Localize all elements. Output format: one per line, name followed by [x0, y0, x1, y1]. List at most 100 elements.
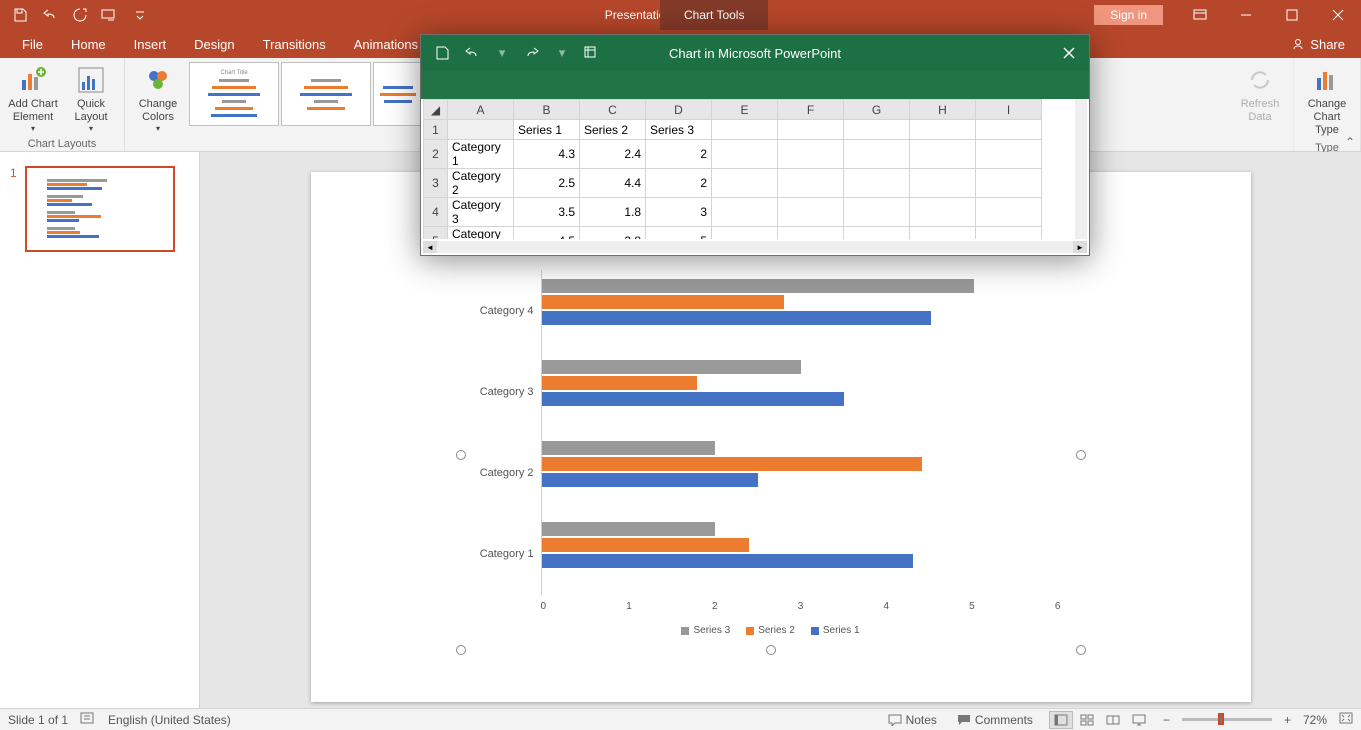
change-chart-type-button[interactable]: Change Chart Type — [1300, 62, 1354, 140]
design-tab[interactable]: Design — [180, 30, 248, 58]
excel-title-bar[interactable]: ▾ ▾ Chart in Microsoft PowerPoint — [421, 35, 1089, 71]
handle-bottom[interactable] — [766, 645, 776, 655]
sign-in-button[interactable]: Sign in — [1094, 5, 1163, 25]
cell-C5[interactable]: 2.8 — [580, 227, 646, 240]
excel-grid[interactable]: ◢ABCDEFGHI1Series 1Series 2Series 32Cate… — [423, 99, 1087, 239]
minimize-icon[interactable] — [1223, 0, 1269, 30]
cell-H2[interactable] — [910, 140, 976, 169]
cell-I5[interactable] — [976, 227, 1042, 240]
slideshow-view-icon[interactable] — [1127, 711, 1151, 729]
cell-I1[interactable] — [976, 120, 1042, 140]
cell-D4[interactable]: 3 — [646, 198, 712, 227]
col-header-F[interactable]: F — [778, 100, 844, 120]
cell-I4[interactable] — [976, 198, 1042, 227]
cell-A4[interactable]: Category 3 — [448, 198, 514, 227]
excel-undo-more-icon[interactable]: ▾ — [491, 42, 513, 64]
cell-F2[interactable] — [778, 140, 844, 169]
scroll-left-icon[interactable]: ◄ — [423, 241, 437, 253]
share-button[interactable]: Share — [1291, 37, 1345, 52]
spellcheck-icon[interactable] — [80, 711, 96, 728]
col-header-A[interactable]: A — [448, 100, 514, 120]
transitions-tab[interactable]: Transitions — [249, 30, 340, 58]
cell-C4[interactable]: 1.8 — [580, 198, 646, 227]
cell-G5[interactable] — [844, 227, 910, 240]
redo-icon[interactable] — [68, 3, 92, 27]
cell-F3[interactable] — [778, 169, 844, 198]
cell-I3[interactable] — [976, 169, 1042, 198]
handle-right[interactable] — [1076, 450, 1086, 460]
cell-D2[interactable]: 2 — [646, 140, 712, 169]
zoom-out-icon[interactable]: − — [1163, 713, 1170, 727]
cell-H1[interactable] — [910, 120, 976, 140]
scroll-right-icon[interactable]: ► — [1073, 241, 1087, 253]
slide-thumbnail-1[interactable]: 1 — [10, 166, 189, 252]
change-colors-button[interactable]: Change Colors▾ — [131, 62, 185, 136]
col-header-G[interactable]: G — [844, 100, 910, 120]
col-header-B[interactable]: B — [514, 100, 580, 120]
cell-E4[interactable] — [712, 198, 778, 227]
language-indicator[interactable]: English (United States) — [108, 713, 231, 727]
chart-tools-tab[interactable]: Chart Tools — [660, 0, 768, 30]
cell-H4[interactable] — [910, 198, 976, 227]
excel-redo-more-icon[interactable]: ▾ — [551, 42, 573, 64]
excel-data-window[interactable]: ▾ ▾ Chart in Microsoft PowerPoint ◢ABCDE… — [420, 34, 1090, 256]
home-tab[interactable]: Home — [57, 30, 120, 58]
animations-tab[interactable]: Animations — [340, 30, 432, 58]
handle-bl[interactable] — [456, 645, 466, 655]
cell-E1[interactable] — [712, 120, 778, 140]
cell-C1[interactable]: Series 2 — [580, 120, 646, 140]
zoom-slider[interactable] — [1182, 718, 1272, 721]
start-from-beginning-icon[interactable] — [98, 3, 122, 27]
ribbon-options-icon[interactable] — [1177, 0, 1223, 30]
cell-B4[interactable]: 3.5 — [514, 198, 580, 227]
insert-tab[interactable]: Insert — [120, 30, 181, 58]
col-header-D[interactable]: D — [646, 100, 712, 120]
col-header-H[interactable]: H — [910, 100, 976, 120]
cell-B2[interactable]: 4.3 — [514, 140, 580, 169]
cell-B5[interactable]: 4.5 — [514, 227, 580, 240]
cell-A3[interactable]: Category 2 — [448, 169, 514, 198]
cell-C3[interactable]: 4.4 — [580, 169, 646, 198]
collapse-ribbon-icon[interactable]: ⌃ — [1345, 135, 1355, 149]
normal-view-icon[interactable] — [1049, 711, 1073, 729]
excel-close-icon[interactable] — [1049, 35, 1089, 71]
file-tab[interactable]: File — [8, 30, 57, 58]
cell-A5[interactable]: Category 4 — [448, 227, 514, 240]
handle-left[interactable] — [456, 450, 466, 460]
zoom-label[interactable]: 72% — [1303, 713, 1327, 727]
cell-D3[interactable]: 2 — [646, 169, 712, 198]
save-icon[interactable] — [8, 3, 32, 27]
cell-D1[interactable]: Series 3 — [646, 120, 712, 140]
undo-icon[interactable] — [38, 3, 62, 27]
cell-D5[interactable]: 5 — [646, 227, 712, 240]
reading-view-icon[interactable] — [1101, 711, 1125, 729]
cell-C2[interactable]: 2.4 — [580, 140, 646, 169]
zoom-in-icon[interactable]: + — [1284, 713, 1291, 727]
quick-layout-button[interactable]: Quick Layout▾ — [64, 62, 118, 136]
cell-F4[interactable] — [778, 198, 844, 227]
col-header-C[interactable]: C — [580, 100, 646, 120]
cell-E5[interactable] — [712, 227, 778, 240]
col-header-I[interactable]: I — [976, 100, 1042, 120]
excel-horizontal-scrollbar[interactable]: ◄ ► — [423, 241, 1087, 253]
fit-to-window-icon[interactable] — [1339, 712, 1353, 727]
cell-A2[interactable]: Category 1 — [448, 140, 514, 169]
cell-G1[interactable] — [844, 120, 910, 140]
cell-G3[interactable] — [844, 169, 910, 198]
chart-style-2[interactable] — [281, 62, 371, 126]
handle-br[interactable] — [1076, 645, 1086, 655]
chart-style-1[interactable]: Chart Title — [189, 62, 279, 126]
notes-button[interactable]: Notes — [884, 713, 941, 727]
cell-H3[interactable] — [910, 169, 976, 198]
cell-B1[interactable]: Series 1 — [514, 120, 580, 140]
qat-more-icon[interactable] — [128, 3, 152, 27]
cell-E3[interactable] — [712, 169, 778, 198]
cell-G4[interactable] — [844, 198, 910, 227]
chart-style-3[interactable] — [373, 62, 423, 126]
col-header-E[interactable]: E — [712, 100, 778, 120]
cell-I2[interactable] — [976, 140, 1042, 169]
chart-style-gallery[interactable]: Chart Title — [189, 62, 423, 128]
excel-save-icon[interactable] — [431, 42, 453, 64]
chart-object[interactable]: Category 4Category 3Category 2Category 1… — [461, 260, 1081, 650]
cell-E2[interactable] — [712, 140, 778, 169]
